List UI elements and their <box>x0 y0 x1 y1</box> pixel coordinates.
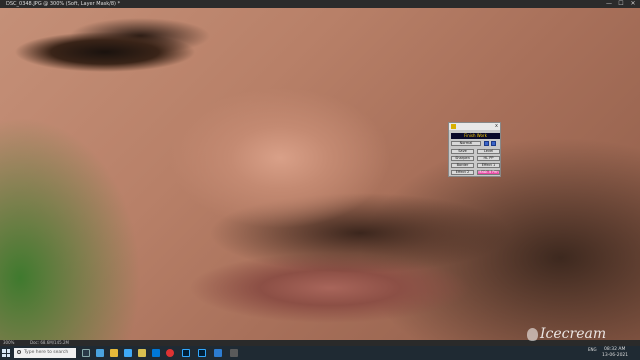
window-titlebar: DSC_0348.JPG @ 300% (Soft, Layer Mask/8)… <box>0 0 640 8</box>
save-button[interactable]: Save <box>451 149 474 154</box>
search-placeholder: Type here to search <box>24 350 69 355</box>
photoshop-icon-2[interactable] <box>198 349 206 357</box>
search-icon <box>17 350 21 354</box>
normal-button[interactable]: Normal <box>451 141 481 146</box>
icecream-logo-icon <box>527 328 538 341</box>
mask-it-pen-button[interactable]: Mask-It Pen <box>477 170 500 175</box>
border-button[interactable]: Border <box>451 163 474 168</box>
level-button[interactable]: Level <box>477 149 500 154</box>
blue-swatch-1[interactable] <box>484 141 489 146</box>
chrome-icon[interactable] <box>166 349 174 357</box>
finish-work-panel: x Finish Work Normal Save Level Sharpen … <box>448 122 501 177</box>
sharpen-button[interactable]: Sharpen <box>451 156 474 161</box>
minimize-button[interactable]: — <box>604 0 614 8</box>
close-button[interactable]: ✕ <box>628 0 638 8</box>
panel-close-icon[interactable]: x <box>495 123 498 130</box>
file-explorer-icon[interactable] <box>110 349 118 357</box>
window-title: DSC_0348.JPG @ 300% (Soft, Layer Mask/8)… <box>6 1 121 7</box>
panel-app-icon <box>451 124 456 129</box>
watermark-text: Icecream <box>540 326 607 342</box>
hl-pp-button[interactable]: HL PP <box>477 156 500 161</box>
blue-swatch-2[interactable] <box>491 141 496 146</box>
panel-header: Finish Work <box>451 133 500 139</box>
image-canvas[interactable]: x Finish Work Normal Save Level Sharpen … <box>0 8 640 340</box>
photoshop-icon[interactable] <box>182 349 190 357</box>
panel-row-3: Sharpen HL PP <box>451 156 500 161</box>
icecream-watermark: Icecream <box>527 326 607 342</box>
app-icon-3[interactable] <box>214 349 222 357</box>
effect-2-button[interactable]: Effect 2 <box>451 170 474 175</box>
effect-1-button[interactable]: Effect 1 <box>477 163 500 168</box>
task-view-icon[interactable] <box>82 349 90 357</box>
panel-row-1: Normal <box>451 141 500 146</box>
panel-row-4: Border Effect 1 <box>451 163 500 168</box>
tray-language[interactable]: ENG <box>588 346 597 353</box>
app-icon-1[interactable] <box>96 349 104 357</box>
store-icon[interactable] <box>152 349 160 357</box>
taskbar-search[interactable]: Type here to search <box>14 348 76 358</box>
panel-topbar[interactable]: x <box>449 123 500 130</box>
clock-date[interactable]: 13-06-2021 <box>602 352 628 359</box>
windows-start-icon[interactable] <box>2 349 10 357</box>
panel-row-2: Save Level <box>451 149 500 154</box>
app-icon-4[interactable] <box>230 349 238 357</box>
panel-row-5: Effect 2 Mask-It Pen <box>451 170 500 175</box>
taskbar: Type here to search ENG 08:32 AM 13-06-2… <box>0 346 640 360</box>
edge-icon[interactable] <box>124 349 132 357</box>
maximize-button[interactable]: ☐ <box>616 0 626 8</box>
app-icon-2[interactable] <box>138 349 146 357</box>
